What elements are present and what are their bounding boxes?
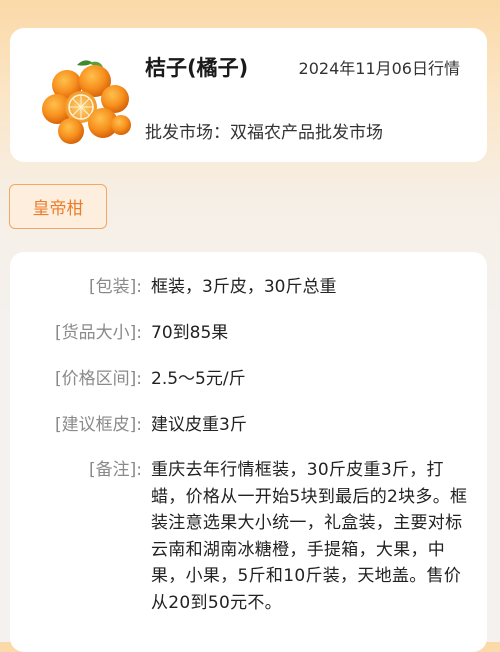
tare-label: [建议框皮]: [55,415,142,435]
packaging-label: [包装]: [89,277,142,297]
note-label: [备注]: [89,460,142,480]
tare-value: 建议皮重3斤 [151,415,247,435]
quote-date: 2024年11月06日行情 [298,59,460,78]
note-value: 重庆去年行情框装，30斤皮重3斤，打蜡，价格从一开始5块到最后的2块多。框装注意… [151,460,468,613]
price-value: 2.5～5元/斤 [151,369,246,389]
size-label: [货品大小]: [55,323,142,343]
price-label: [价格区间]: [55,369,142,389]
packaging-value: 框装，3斤皮，30斤总重 [151,277,337,297]
mandarin-oranges-icon [42,60,131,144]
variety-tag-button[interactable]: 皇帝柑 [9,184,107,229]
product-title: 桔子(橘子) [145,56,249,80]
wholesale-market: 批发市场：双福农产品批发市场 [145,123,383,143]
product-header-card: 桔子(橘子) 2024年11月06日行情 批发市场：双福农产品批发市场 [10,28,487,162]
size-value: 70到85果 [151,323,229,343]
detail-card: [包装]: 框装，3斤皮，30斤总重 [货品大小]: 70到85果 [价格区间]… [10,252,487,652]
product-image [37,51,133,147]
